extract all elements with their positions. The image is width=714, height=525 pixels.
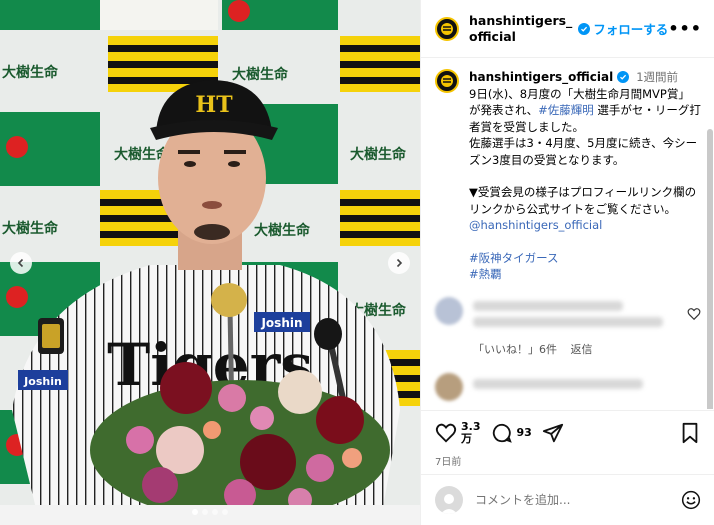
chest-sponsor: Joshin [260,316,302,330]
comment-likes-count[interactable]: 「いいね！」6件 [473,343,557,356]
current-user-avatar [435,486,463,514]
post-age: 7日前 [435,457,462,468]
share-send-icon[interactable] [542,422,564,444]
carousel-dots [192,509,228,515]
comments-scroll-area[interactable]: hanshintigers_official 1週間前 9日(水)、8月度の「大樹… [421,59,714,409]
hashtag-link-hanshin[interactable]: #阪神タイガース [469,250,701,267]
scrollbar-thumb[interactable] [707,129,713,409]
sleeve-sponsor: Joshin [23,375,62,388]
comment-item: 「いいね！」6件 返信 [421,296,714,357]
carousel-dot [222,509,228,515]
comment-bubble-icon[interactable] [491,422,513,444]
post-photo[interactable]: 大樹生命 大樹生命 大樹生命 大樹生命 大樹生命 大樹生命 大樹生命 HT Ti… [0,0,420,525]
carousel-dot [212,509,218,515]
next-photo-button[interactable] [388,252,410,274]
post-header: hanshintigers_official フォローする ••• [421,0,714,58]
tigers-logo-icon [441,75,453,87]
emoji-icon[interactable] [681,490,701,510]
caption-paragraph-1: 9日(水)、8月度の「大樹生命月間MVP賞」が発表され、#佐藤輝明 選手がセ・リ… [469,86,701,134]
bookmark-icon[interactable] [679,422,701,444]
like-heart-icon[interactable] [435,422,457,444]
comment-like-heart-icon[interactable] [687,307,701,321]
add-comment-bar [421,474,714,525]
more-options-icon[interactable]: ••• [668,19,702,38]
player-illustration: HT Tigers Joshin Joshin [0,80,420,525]
instagram-post-view: 大樹生命 大樹生命 大樹生命 大樹生命 大樹生命 大樹生命 大樹生命 HT Ti… [0,0,714,525]
cap-logo: HT [195,92,233,118]
comment-count[interactable]: 93 [517,427,532,439]
tigers-logo-icon [441,22,453,35]
chevron-left-icon [17,258,24,268]
comment-reply-button[interactable]: 返信 [571,343,593,356]
hashtag-link-netsuha[interactable]: #熱覇 [469,266,701,283]
post-actions: 3.3 万 93 7日前 [421,410,714,468]
account-avatar[interactable] [435,16,459,41]
chevron-right-icon [396,258,403,268]
follow-button[interactable]: フォローする [593,19,668,38]
caption-avatar[interactable] [435,69,459,93]
player-hashtag-link[interactable]: #佐藤輝明 [538,103,594,117]
user-silhouette-icon [440,494,458,514]
commenter-avatar[interactable] [435,372,463,401]
like-count[interactable]: 3.3 万 [461,421,481,445]
post-caption: hanshintigers_official 1週間前 9日(水)、8月度の「大樹… [421,59,714,283]
post-side-panel: hanshintigers_official フォローする ••• hanshi… [420,0,714,525]
caption-timestamp[interactable]: 1週間前 [636,70,678,84]
carousel-dot [202,509,208,515]
caption-username[interactable]: hanshintigers_official [469,70,613,84]
header-username[interactable]: hanshintigers_official [469,13,574,45]
carousel-dot [192,509,198,515]
verified-badge-icon [617,71,630,83]
commenter-avatar[interactable] [435,296,463,325]
caption-paragraph-3: ▼受賞会見の様子はプロフィールリンク欄のリンクから公式サイトをご覧ください。 [469,185,697,216]
account-mention-link[interactable]: @hanshintigers_official [469,217,701,234]
comment-input[interactable] [475,493,645,507]
comment-item [421,372,714,401]
caption-paragraph-2: 佐藤選手は3・4月度、5月度に続き、今シーズン3度目の受賞となります。 [469,136,698,167]
verified-badge-icon [578,22,591,35]
previous-photo-button[interactable] [10,252,32,274]
